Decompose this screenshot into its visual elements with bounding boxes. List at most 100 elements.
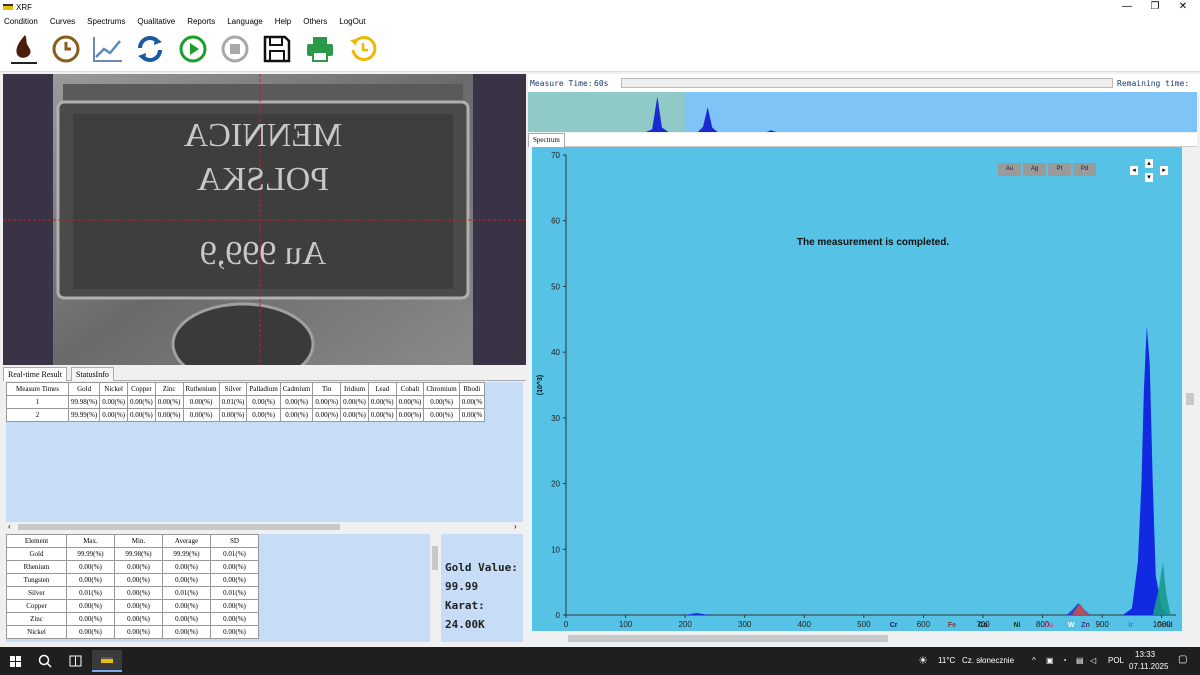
- table-cell: 0.01(%): [218, 395, 248, 409]
- keyboard-language[interactable]: POL: [1108, 656, 1124, 665]
- taskbar-xrf-app[interactable]: [92, 650, 122, 672]
- table-cell: Copper: [6, 599, 67, 613]
- task-view-icon[interactable]: [69, 655, 82, 669]
- table-row[interactable]: Copper 0.00(%) 0.00(%) 0.00(%) 0.00(%): [6, 599, 259, 613]
- undo-timer-icon[interactable]: [347, 32, 379, 66]
- tab-real-time-result[interactable]: Real-time Result: [3, 367, 67, 381]
- menu-spectrums[interactable]: Spectrums: [87, 17, 125, 26]
- element-button-pd[interactable]: Pd: [1073, 163, 1096, 176]
- table-row[interactable]: Gold 99.99(%) 99.98(%) 99.99(%) 0.01(%): [6, 547, 259, 561]
- table-row[interactable]: 1 99.98(%) 0.00(%) 0.00(%) 0.00(%) 0.00(%) 0.0…: [6, 395, 486, 409]
- element-marker-label: Fe: [948, 622, 956, 629]
- clock-date[interactable]: 07.11.2025: [1129, 662, 1168, 671]
- table-cell: 0.00(%): [162, 560, 211, 574]
- table-cell: 0.00(%): [114, 599, 163, 613]
- drop-icon[interactable]: [8, 32, 40, 66]
- refresh-icon[interactable]: [134, 32, 166, 66]
- title-bar: XRF — ❐ ✕: [0, 0, 1200, 14]
- tray-overflow-icon[interactable]: ^: [1032, 656, 1036, 665]
- table-cell: 0.00(%): [182, 408, 220, 422]
- tray-wifi-icon[interactable]: ◔: [1062, 656, 1067, 665]
- start-icon[interactable]: [10, 656, 21, 667]
- menu-condition[interactable]: Condition: [4, 17, 38, 26]
- table-row[interactable]: 2 99.99(%) 0.00(%) 0.00(%) 0.00(%) 0.00(%) 0.0…: [6, 408, 486, 422]
- tray-volume-icon[interactable]: ◁: [1090, 656, 1096, 665]
- element-button-ag[interactable]: Ag: [1023, 163, 1046, 176]
- gold-value-panel: Gold Value: 99.99 Karat: 24.00K: [441, 534, 523, 642]
- scrollbar-thumb[interactable]: [18, 524, 340, 530]
- x-tick-label: 500: [857, 620, 871, 629]
- horizontal-scrollbar[interactable]: ‹ ›: [6, 522, 523, 532]
- save-icon[interactable]: [261, 32, 293, 66]
- menu-curves[interactable]: Curves: [50, 17, 75, 26]
- table-cell: 0.00(%): [367, 395, 397, 409]
- overview-spectrum[interactable]: [528, 92, 1197, 132]
- vertical-scrollbar[interactable]: [430, 534, 440, 642]
- spectrum-chart-area: 0 10 20 30 40 50 60 70 0 100 200 300 400 500 600 700 800…: [528, 147, 1197, 645]
- tab-status-info[interactable]: StatusInfo: [71, 367, 114, 381]
- spectrum-horizontal-scrollbar[interactable]: [530, 632, 1183, 644]
- overview-spectrum-svg: [528, 92, 1197, 132]
- table-cell: 0.00(%): [99, 395, 128, 409]
- column-header: Element: [6, 534, 67, 548]
- scrollbar-thumb[interactable]: [568, 635, 888, 642]
- table-row[interactable]: Zinc 0.00(%) 0.00(%) 0.00(%) 0.00(%): [6, 612, 259, 626]
- print-icon[interactable]: [304, 32, 336, 66]
- x-tick-label: 600: [917, 620, 931, 629]
- tray-device-icon[interactable]: ▣: [1046, 656, 1054, 665]
- notification-icon[interactable]: ▢: [1178, 654, 1187, 665]
- table-row[interactable]: Silver 0.01(%) 0.00(%) 0.01(%) 0.01(%): [6, 586, 259, 600]
- element-marker-label: Ni: [1013, 622, 1020, 629]
- table-cell: 0.00(%): [210, 560, 259, 574]
- spectrum-vertical-scrollbar[interactable]: [1183, 147, 1197, 645]
- element-button-pt[interactable]: Pt: [1048, 163, 1071, 176]
- arrow-right-icon[interactable]: ▸: [1160, 166, 1168, 175]
- column-header: Copper: [127, 382, 156, 396]
- arrow-left-icon[interactable]: ◂: [1130, 166, 1138, 175]
- play-icon[interactable]: [177, 32, 209, 66]
- coin-engraving: MENNICA POLSKA Au 999,9: [98, 114, 428, 276]
- remaining-time-label: Remaining time:: [1117, 79, 1190, 88]
- tab-spectrum[interactable]: Spectrum: [528, 133, 565, 147]
- menu-others[interactable]: Others: [303, 17, 327, 26]
- scroll-left-icon[interactable]: ‹: [8, 522, 11, 531]
- menu-language[interactable]: Language: [227, 17, 263, 26]
- app-icon: [3, 4, 13, 10]
- table-row[interactable]: Nickel 0.00(%) 0.00(%) 0.00(%) 0.00(%): [6, 625, 259, 639]
- table-cell: 0.01(%): [210, 547, 259, 561]
- stop-icon[interactable]: [219, 32, 251, 66]
- menu-qualitative[interactable]: Qualitative: [137, 17, 175, 26]
- scrollbar-thumb[interactable]: [432, 546, 438, 570]
- scroll-right-icon[interactable]: ›: [514, 522, 517, 531]
- table-row[interactable]: Tungsten 0.00(%) 0.00(%) 0.00(%) 0.00(%): [6, 573, 259, 587]
- table-cell: 99.99(%): [162, 547, 211, 561]
- table-cell: Silver: [6, 586, 67, 600]
- search-icon[interactable]: [38, 654, 52, 670]
- maximize-button[interactable]: ❐: [1140, 0, 1170, 14]
- scrollbar-thumb[interactable]: [1186, 393, 1194, 405]
- table-cell: 99.99(%): [67, 408, 101, 422]
- table-cell: 0.01(%): [162, 586, 211, 600]
- camera-view: MENNICA POLSKA Au 999,9: [3, 74, 526, 365]
- table-cell: 2: [6, 408, 69, 422]
- column-header: Ruthenium: [182, 382, 220, 396]
- menu-logout[interactable]: LogOut: [339, 17, 365, 26]
- clock-time[interactable]: 13:33: [1135, 650, 1155, 659]
- arrow-down-icon[interactable]: ▾: [1145, 173, 1153, 182]
- close-button[interactable]: ✕: [1168, 0, 1198, 14]
- progress-bar: [621, 78, 1113, 88]
- column-header: Iridium: [340, 382, 369, 396]
- tray-network-icon[interactable]: ▤: [1076, 656, 1084, 665]
- clock-icon[interactable]: [50, 32, 82, 66]
- menu-help[interactable]: Help: [275, 17, 291, 26]
- chart-line-icon[interactable]: [92, 32, 124, 66]
- measurement-status-message: The measurement is completed.: [797, 237, 949, 248]
- minimize-button[interactable]: —: [1112, 0, 1142, 14]
- table-cell: 0.00(%): [279, 395, 314, 409]
- arrow-up-icon[interactable]: ▴: [1145, 159, 1153, 168]
- table-row[interactable]: Rhenium 0.00(%) 0.00(%) 0.00(%) 0.00(%): [6, 560, 259, 574]
- element-button-au[interactable]: Au: [998, 163, 1021, 176]
- table-cell: 0.00(%): [162, 573, 211, 587]
- table-cell: 99.98(%): [114, 547, 163, 561]
- menu-reports[interactable]: Reports: [187, 17, 215, 26]
